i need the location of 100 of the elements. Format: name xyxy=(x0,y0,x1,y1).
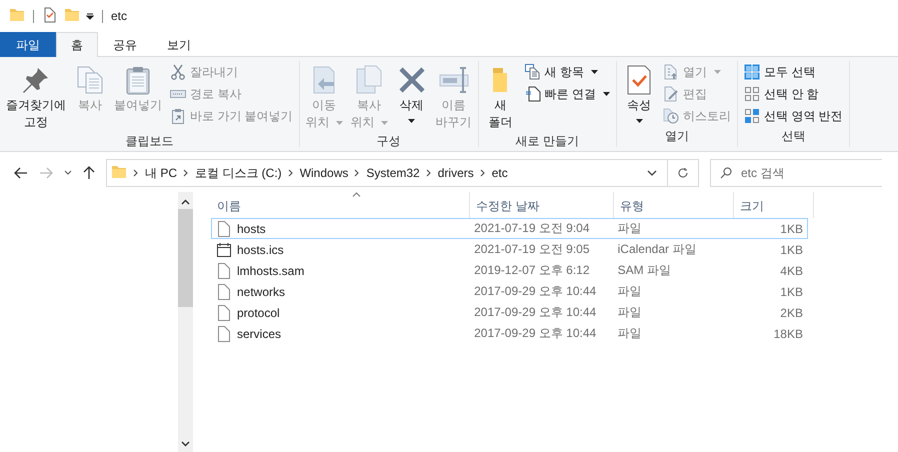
modified-date: 2017-09-29 오후 10:44 xyxy=(473,304,598,321)
open-icon xyxy=(663,64,680,80)
file-icon xyxy=(216,326,232,342)
file-size: 2KB xyxy=(779,306,804,320)
ribbon-tab[interactable]: 파일 xyxy=(0,32,56,57)
ribbon-tab[interactable]: 홈 xyxy=(56,32,98,57)
file-type: 파일 xyxy=(616,283,643,300)
path-segment[interactable]: drivers xyxy=(438,166,474,180)
file-row[interactable]: lmhosts.sam 2019-12-07 오후 6:12 SAM 파일 4KB xyxy=(211,260,808,281)
file-type: 파일 xyxy=(616,304,643,321)
search-field[interactable]: etc 검색 xyxy=(710,159,882,187)
dropdown-caret-icon[interactable] xyxy=(647,170,657,176)
modified-date: 2019-12-07 오후 6:12 xyxy=(473,262,591,279)
file-icon xyxy=(216,220,232,236)
invert-selection-icon xyxy=(744,108,760,124)
ribbon-button[interactable]: 새 항목 xyxy=(522,63,614,81)
recent-caret-icon[interactable] xyxy=(64,170,72,176)
ribbon-button[interactable]: 모두 선택 xyxy=(741,63,846,81)
group-label: 구성 xyxy=(376,133,402,150)
ribbon-button[interactable]: 선택 영역 반전 xyxy=(741,107,846,125)
address-bar[interactable]: 내 PC 로컬 디스크 (C:) Windows System32 drivers etc xyxy=(106,159,668,187)
select-all-icon xyxy=(744,64,760,80)
scrollbar[interactable] xyxy=(178,192,193,452)
column-header[interactable]: 크기 xyxy=(734,192,814,218)
file-type: 파일 xyxy=(616,325,643,342)
path-segment[interactable]: 로컬 디스크 (C:) xyxy=(195,164,282,182)
ribbon-tab[interactable]: 보기 xyxy=(152,32,206,57)
chevron-icon[interactable] xyxy=(288,169,294,177)
ribbon-button[interactable]: 빠른 연결 xyxy=(522,85,614,103)
modified-date: 2017-09-29 오후 10:44 xyxy=(473,325,598,342)
modified-date: 2021-07-19 오전 9:04 xyxy=(473,220,591,237)
file-row[interactable]: protocol 2017-09-29 오후 10:44 파일 2KB xyxy=(211,302,808,323)
folder-icon xyxy=(111,164,127,180)
search-icon xyxy=(720,167,732,179)
folder-icon xyxy=(64,6,80,22)
file-row[interactable]: hosts 2021-07-19 오전 9:04 파일 1KB xyxy=(211,218,808,239)
file-size: 1KB xyxy=(779,242,804,256)
rename-icon xyxy=(438,64,470,96)
page-icon xyxy=(524,86,541,102)
clipboard-icon xyxy=(170,108,186,124)
chevron-icon[interactable] xyxy=(133,169,139,177)
up-icon[interactable] xyxy=(83,166,95,180)
file-name: networks xyxy=(237,284,286,298)
file-name: hosts xyxy=(237,222,266,236)
history-icon xyxy=(663,108,680,124)
properties-icon xyxy=(42,6,58,22)
folder-icon xyxy=(9,6,25,22)
file-type: iCalendar 파일 xyxy=(616,241,698,258)
file-name: lmhosts.sam xyxy=(237,264,304,278)
path-segment[interactable]: Windows xyxy=(300,166,348,180)
select-none-icon xyxy=(744,86,760,102)
column-header[interactable]: 수정한 날짜 xyxy=(470,192,614,218)
file-size: 4KB xyxy=(779,264,804,278)
file-row[interactable]: networks 2017-09-29 오후 10:44 파일 1KB xyxy=(211,281,808,302)
file-size: 18KB xyxy=(772,326,804,340)
file-icon xyxy=(216,284,232,300)
file-icon xyxy=(216,304,232,320)
file-size: 1KB xyxy=(779,284,804,298)
group-label: 새로 만들기 xyxy=(514,133,580,150)
modified-date: 2017-09-29 오후 10:44 xyxy=(473,283,598,300)
file-name: hosts.ics xyxy=(237,242,284,256)
chevron-icon[interactable] xyxy=(480,169,486,177)
chevron-icon[interactable] xyxy=(426,169,432,177)
file-name: services xyxy=(237,326,282,340)
ribbon-button[interactable]: 새 폴더 xyxy=(482,61,520,133)
group-label: 클립보드 xyxy=(124,133,174,150)
file-row[interactable]: services 2017-09-29 오후 10:44 파일 18KB xyxy=(211,323,808,344)
ribbon-button[interactable]: 속성 xyxy=(620,61,658,128)
ribbon-button[interactable]: 삭제 xyxy=(392,61,431,133)
ribbon-tab[interactable]: 공유 xyxy=(98,32,152,57)
scissors-icon xyxy=(170,64,186,80)
group-label: 열기 xyxy=(664,128,690,145)
path-segment[interactable]: etc xyxy=(492,166,508,180)
file-type: SAM 파일 xyxy=(616,262,672,279)
refresh-icon xyxy=(677,167,689,179)
modified-date: 2021-07-19 오전 9:05 xyxy=(473,241,591,258)
path-segment[interactable]: 내 PC xyxy=(145,164,178,182)
new-item-icon xyxy=(524,64,541,80)
scroll-down-icon[interactable] xyxy=(181,441,190,447)
calendar-icon xyxy=(216,242,232,258)
ribbon-button[interactable]: 즐겨찾기에 고정 xyxy=(3,61,69,133)
file-size: 1KB xyxy=(779,222,804,236)
chevron-icon[interactable] xyxy=(354,169,360,177)
scroll-up-icon[interactable] xyxy=(181,199,190,205)
refresh-button[interactable] xyxy=(667,159,699,187)
file-name: protocol xyxy=(237,306,280,320)
column-header[interactable]: 유형 xyxy=(614,192,734,218)
scroll-thumb[interactable] xyxy=(178,209,193,307)
column-header[interactable]: 이름 xyxy=(211,192,470,218)
back-icon[interactable] xyxy=(14,167,28,179)
chevron-icon[interactable] xyxy=(183,169,190,177)
customize-caret-icon[interactable] xyxy=(86,12,94,20)
window-title: etc xyxy=(111,9,128,23)
group-label: 선택 xyxy=(780,128,806,145)
file-type: 파일 xyxy=(616,220,643,237)
path-segment[interactable]: System32 xyxy=(366,166,420,180)
edit-icon xyxy=(663,86,680,102)
file-row[interactable]: hosts.ics 2021-07-19 오전 9:05 iCalendar 파일 1KB xyxy=(211,239,808,260)
ribbon-button[interactable]: 선택 안 함 xyxy=(741,85,846,103)
file-icon xyxy=(216,262,232,278)
